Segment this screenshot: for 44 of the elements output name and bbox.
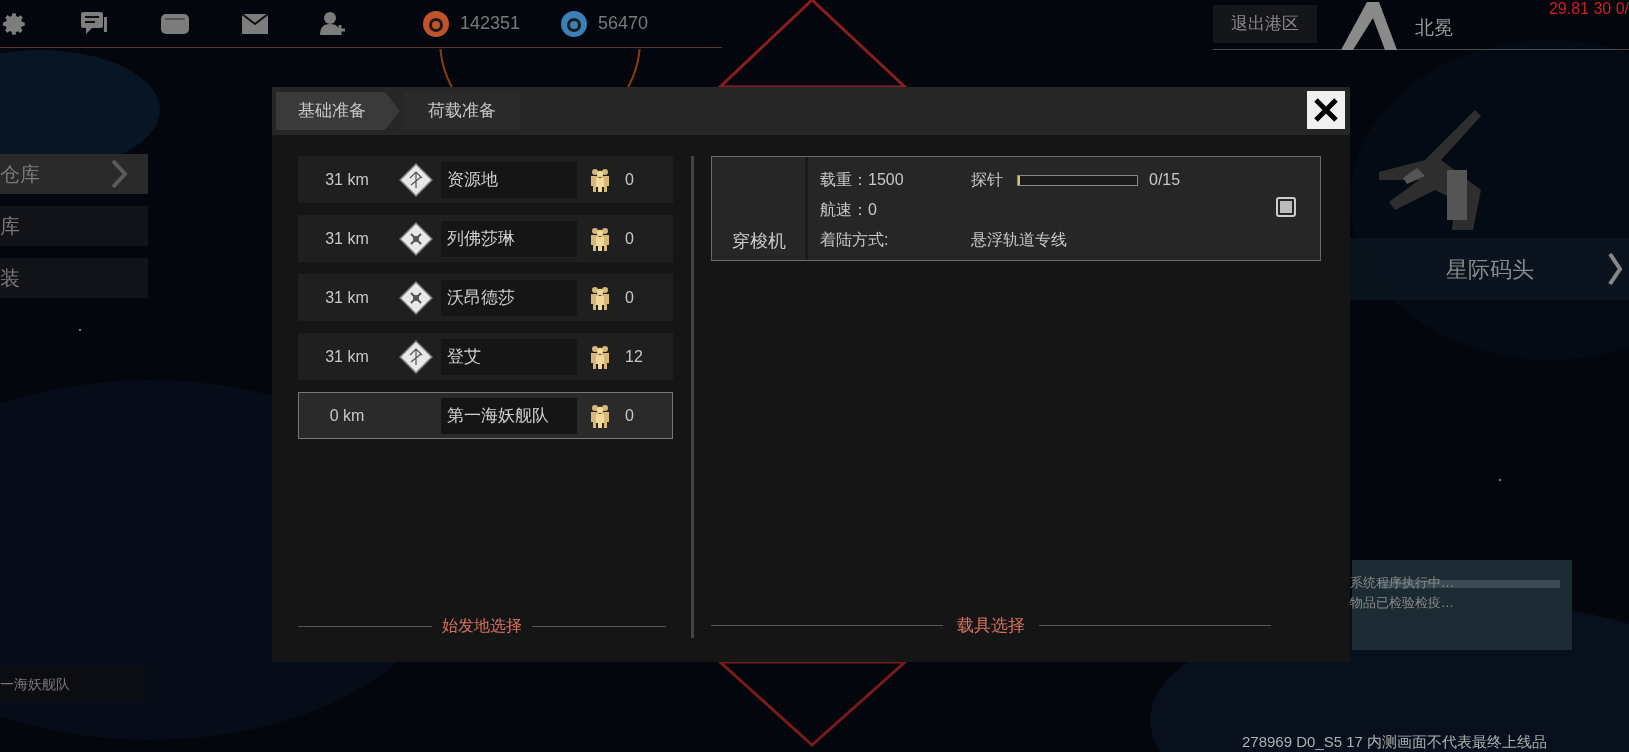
side-menu-item[interactable]: 库 [0,206,148,246]
origin-row[interactable]: 31 km 资源地 0 [298,156,673,203]
distance-text: 31 km [324,169,370,190]
crew-count: 0 [625,405,634,426]
origin-row[interactable]: 31 km 沃昂德莎 0 [298,274,673,321]
origin-name: 第一海妖舰队 [441,397,577,434]
log-line: 物品已检验检疫… [1350,594,1454,612]
origin-name: 列佛莎琳 [441,220,577,257]
distance-text: 31 km [324,287,370,308]
dialog-tab[interactable]: 基础准备 [276,92,400,130]
log-line: 系统程序执行中… [1350,574,1454,592]
exit-port-button[interactable]: 退出港区 [1213,5,1317,43]
side-menu-item[interactable]: 装 [0,258,148,298]
currency-amount: 142351 [460,12,521,35]
origin-row[interactable]: 0 km 第一海妖舰队 0 [298,392,673,439]
landing-label: 着陆方式: [820,230,890,250]
distance-text: 0 km [328,405,366,426]
origin-name: 资源地 [441,161,577,198]
origin-name: 沃昂德莎 [441,279,577,316]
origin-row[interactable]: 31 km 列佛莎琳 0 [298,215,673,262]
origin-row[interactable]: 31 km 登艾 12 [298,333,673,380]
location-name: 北冕 [1415,16,1453,40]
dialog-tab[interactable]: 荷载准备 [404,92,520,130]
vehicle-card[interactable]: 穿梭机 载重：1500 探针 0/15 航速：0 着陆方式: 悬浮轨道专线 [711,156,1321,261]
landing-value: 悬浮轨道专线 [971,230,1068,250]
load-text: 载重：1500 [820,170,905,190]
footer-note: 278969 D0_S5 17 内测画面不代表最终上线品 [1242,733,1548,750]
probe-label: 探针 [971,170,1003,190]
distance-text: 31 km [324,346,370,367]
vehicle-name: 穿梭机 [712,157,808,260]
section-title: 始发地选择 [442,616,522,636]
speed-text: 航速：0 [820,200,878,220]
fleet-name: 一海妖舰队 [0,674,70,694]
debug-reading: 29.81 30 0/ [1548,0,1629,19]
distance-text: 31 km [324,228,370,249]
currency-amount: 56470 [598,12,649,35]
origin-name: 登艾 [441,338,577,375]
probe-reading: 0/15 [1149,170,1181,190]
crew-count: 0 [625,169,634,190]
section-title: 载具选择 [957,614,1025,637]
crew-count: 0 [625,228,634,249]
dock-label: 星际码头 [1445,255,1534,284]
crew-count: 12 [625,346,643,367]
crew-count: 0 [625,287,634,308]
